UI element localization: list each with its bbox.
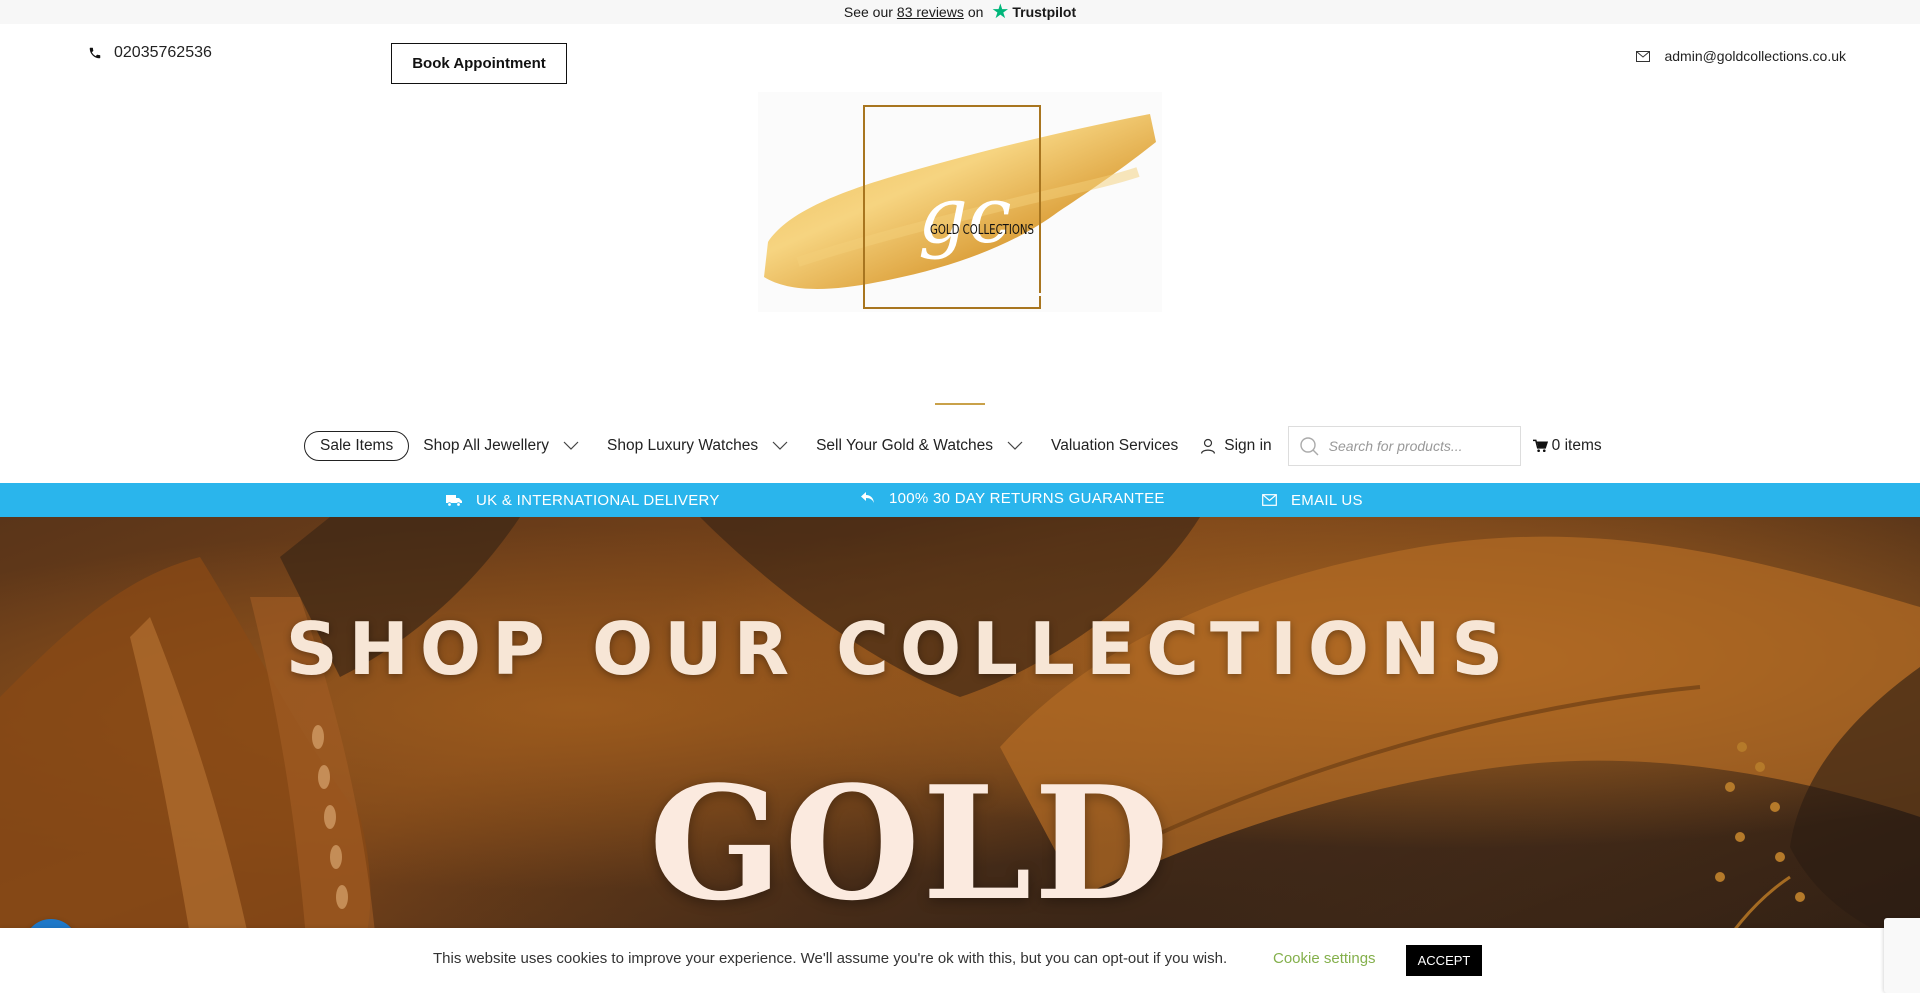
- email-address: admin@goldcollections.co.uk: [1664, 48, 1846, 64]
- sign-in-link[interactable]: Sign in: [1200, 437, 1272, 455]
- hero-title: GOLD: [648, 752, 1172, 935]
- logo-monogram: gc: [918, 171, 1012, 261]
- book-appointment-button[interactable]: Book Appointment: [391, 43, 567, 84]
- envelope-icon: [1262, 494, 1277, 506]
- feature-returns-label: 100% 30 DAY RETURNS GUARANTEE: [889, 489, 1165, 507]
- nav-accent-line: [935, 403, 985, 405]
- truck-icon: [446, 494, 462, 507]
- nav-item-label: Valuation Services: [1051, 437, 1179, 454]
- chevron-down-icon: [1007, 441, 1023, 450]
- phone-number: 02035762536: [114, 44, 212, 61]
- phone-icon: [89, 47, 101, 59]
- logo-brand: GOLD COLLECTIONS: [930, 223, 1034, 238]
- chevron-down-icon: [772, 441, 788, 450]
- nav-sell-gold-watches[interactable]: Sell Your Gold & Watches: [816, 437, 1023, 455]
- trustpilot-star-icon: ★: [991, 1, 1010, 23]
- header-phone[interactable]: 02035762536: [88, 44, 212, 62]
- main-nav: Sale Items Shop All Jewellery Shop Luxur…: [304, 426, 1602, 466]
- feature-bar: UK & INTERNATIONAL DELIVERY 100% 30 DAY …: [0, 483, 1920, 517]
- search-icon: [1299, 437, 1319, 456]
- trustpilot-brand: Trustpilot: [1012, 4, 1077, 20]
- cookie-accept-button[interactable]: ACCEPT: [1406, 945, 1482, 976]
- recaptcha-badge[interactable]: [1884, 918, 1920, 993]
- cookie-message: This website uses cookies to improve you…: [433, 950, 1228, 967]
- nav-shop-luxury-watches[interactable]: Shop Luxury Watches: [607, 437, 788, 455]
- feature-delivery: UK & INTERNATIONAL DELIVERY: [446, 483, 720, 517]
- search-input[interactable]: [1328, 438, 1509, 454]
- trustpilot-reviews-link[interactable]: 83 reviews: [897, 4, 964, 20]
- header-email[interactable]: admin@goldcollections.co.uk: [1636, 48, 1846, 64]
- site-logo[interactable]: gc GOLD COLLECTIONS: [758, 92, 1162, 312]
- cart-icon: [1532, 439, 1548, 452]
- chevron-down-icon: [563, 441, 579, 450]
- user-icon: [1201, 438, 1216, 454]
- envelope-icon: [1636, 50, 1651, 62]
- trustpilot-suffix: on: [967, 4, 984, 20]
- nav-item-label: Shop All Jewellery: [423, 437, 550, 454]
- cookie-banner: This website uses cookies to improve you…: [0, 928, 1920, 993]
- trustpilot-prefix: See our: [843, 4, 893, 20]
- nav-item-label: Shop Luxury Watches: [607, 437, 759, 454]
- feature-delivery-label: UK & INTERNATIONAL DELIVERY: [476, 491, 720, 509]
- cart-count: 0 items: [1551, 437, 1602, 454]
- cookie-settings-link[interactable]: Cookie settings: [1273, 950, 1376, 967]
- trustpilot-bar[interactable]: See our 83 reviews on ★ Trustpilot: [0, 0, 1920, 24]
- nav-sale-items[interactable]: Sale Items: [304, 431, 410, 461]
- nav-valuation-services[interactable]: Valuation Services: [1051, 437, 1178, 455]
- return-arrow-icon: [861, 492, 874, 503]
- nav-item-label: Sell Your Gold & Watches: [816, 437, 994, 454]
- cart-link[interactable]: 0 items: [1532, 437, 1602, 455]
- feature-email[interactable]: EMAIL US: [1262, 483, 1363, 517]
- sign-in-label: Sign in: [1224, 437, 1272, 454]
- feature-email-label: EMAIL US: [1291, 491, 1363, 509]
- hero-subtitle: SHOP OUR COLLECTIONS: [285, 607, 1515, 691]
- nav-shop-all-jewellery[interactable]: Shop All Jewellery: [423, 437, 579, 455]
- hero-banner[interactable]: SHOP OUR COLLECTIONS GOLD: [0, 517, 1920, 993]
- feature-returns: 100% 30 DAY RETURNS GUARANTEE: [860, 481, 1165, 515]
- product-search[interactable]: [1287, 426, 1521, 466]
